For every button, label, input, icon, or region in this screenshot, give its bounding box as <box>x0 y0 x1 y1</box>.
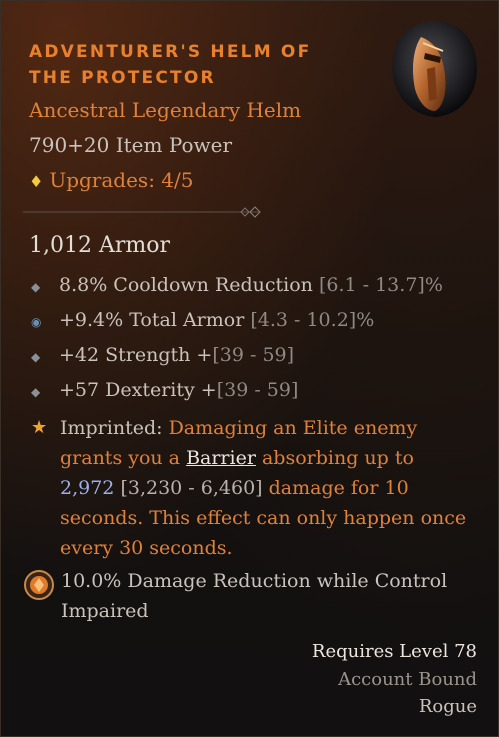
aspect-bonus: 10.0% Damage Reduction while Control Imp… <box>23 566 463 626</box>
upgrade-diamond-icon: ♦ <box>29 172 44 191</box>
item-power: 790+20 Item Power <box>29 133 233 157</box>
imprinted-aspect: ★ Imprinted: Damaging an Elite enemy gra… <box>31 413 471 563</box>
star-icon: ★ <box>31 417 48 438</box>
diamond-bullet-icon: ◆ <box>31 385 41 399</box>
upgrades-count: ♦ Upgrades: 4/5 <box>29 168 193 192</box>
affix-strength: ◆ +42 Strength +[39 - 59] <box>31 344 295 366</box>
section-divider <box>23 206 261 218</box>
imprinted-value: 2,972 <box>60 477 115 499</box>
aspect-bonus-text: 10.0% Damage Reduction while Control Imp… <box>61 570 448 622</box>
item-name: Adventurer's Helm of the Protector <box>29 42 312 88</box>
imprinted-label: Imprinted: <box>60 417 169 439</box>
diamond-bullet-icon: ◆ <box>31 280 41 294</box>
barrier-keyword-link[interactable]: Barrier <box>186 447 256 469</box>
damage-reduction-icon <box>24 570 54 600</box>
affix-cooldown-reduction: ◆ 8.8% Cooldown Reduction [6.1 - 13.7]% <box>31 274 443 296</box>
imprinted-range: [3,230 - 6,460] <box>120 477 263 499</box>
item-tooltip: Adventurer's Helm of the Protector Ances… <box>0 0 499 737</box>
affix-dexterity: ◆ +57 Dexterity +[39 - 59] <box>31 379 299 401</box>
armor-value: 1,012 Armor <box>29 233 171 258</box>
account-bound: Account Bound <box>338 669 477 690</box>
upgrades-label: Upgrades: 4/5 <box>49 168 194 192</box>
ring-bullet-icon: ◉ <box>31 315 42 329</box>
imprinted-text-2: absorbing up to <box>255 447 414 469</box>
class-requirement: Rogue <box>418 696 477 717</box>
item-rarity-type: Ancestral Legendary Helm <box>29 98 302 122</box>
helm-icon <box>392 21 477 117</box>
required-level: Requires Level 78 <box>311 641 477 662</box>
diamond-bullet-icon: ◆ <box>31 350 41 364</box>
affix-total-armor: ◉ +9.4% Total Armor [4.3 - 10.2]% <box>31 309 375 331</box>
